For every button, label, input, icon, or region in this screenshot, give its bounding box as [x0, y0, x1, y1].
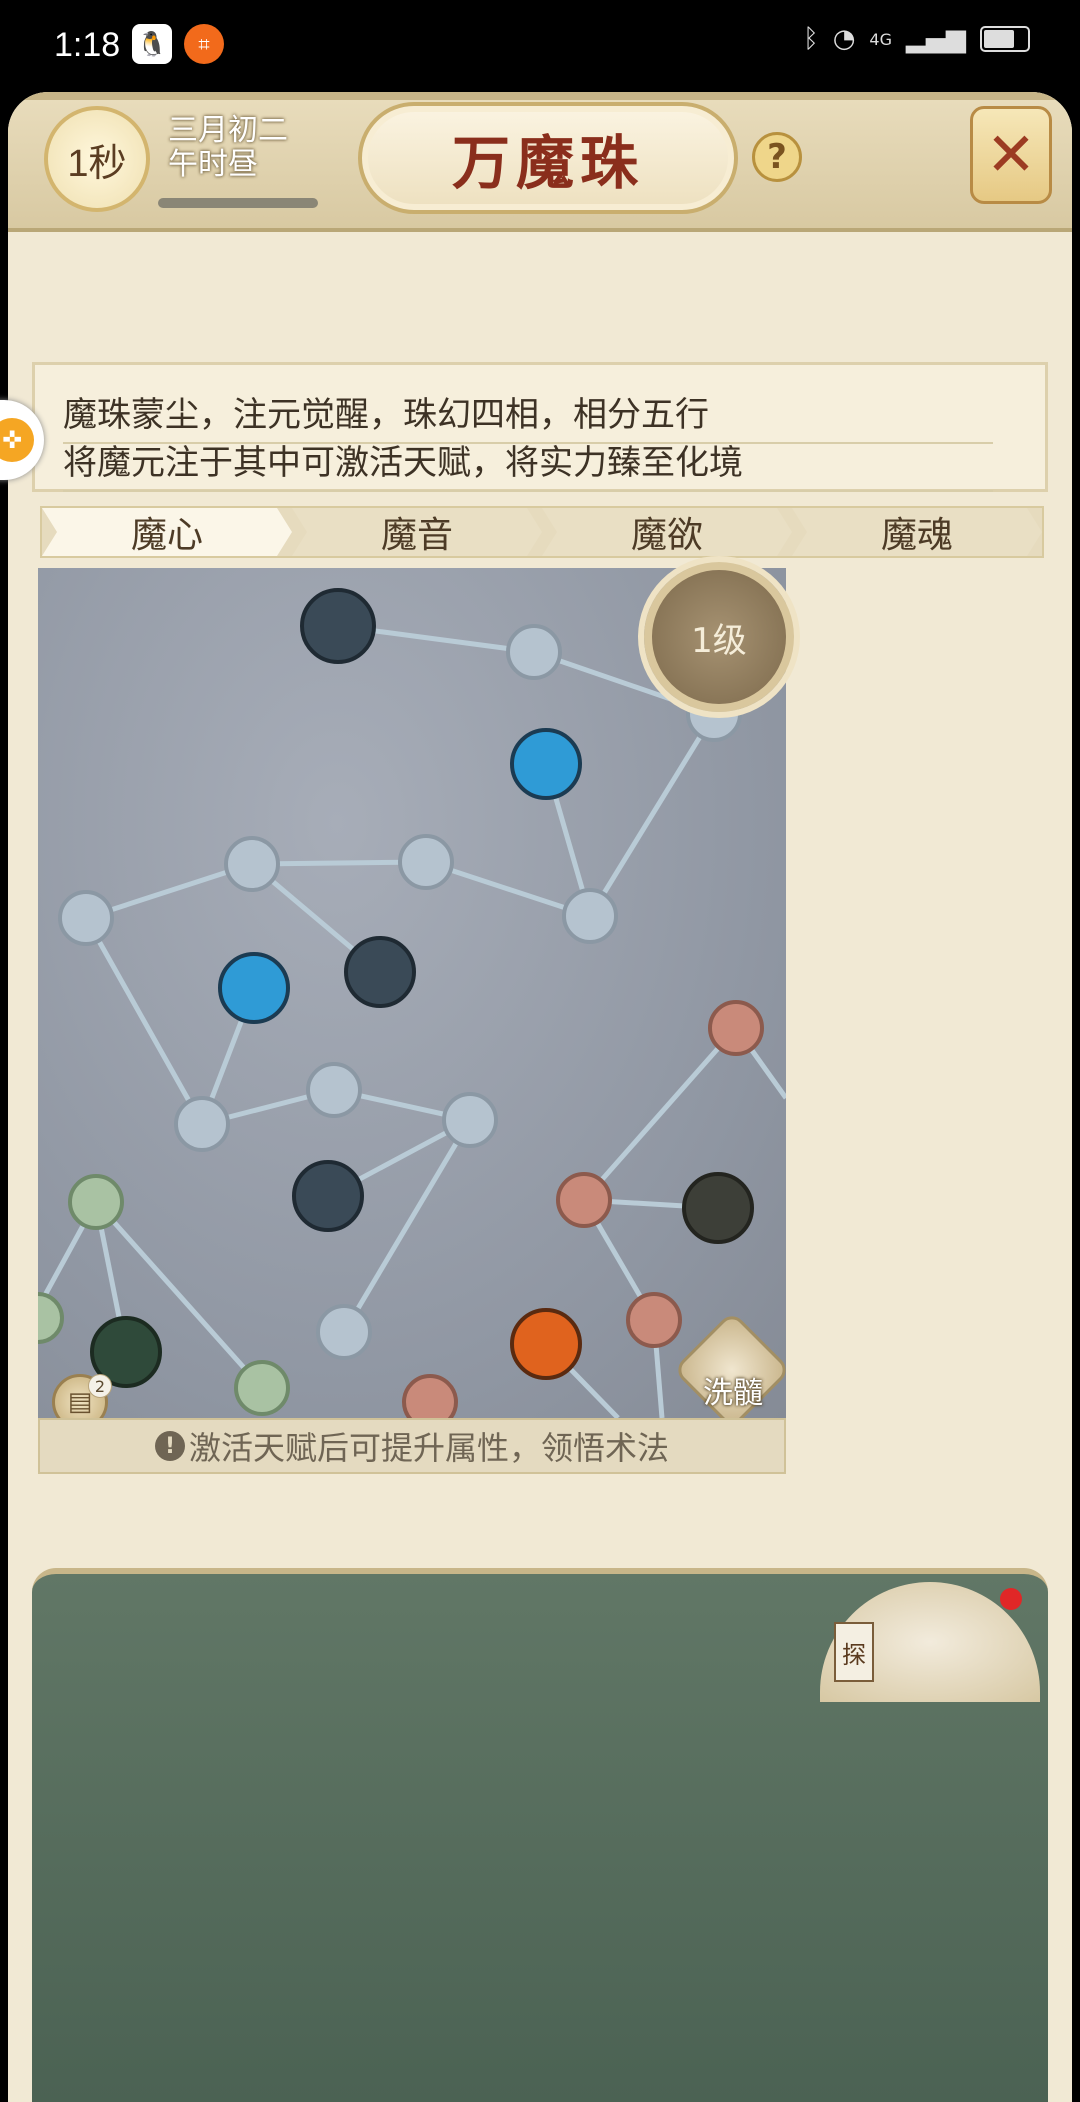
skill-node-red[interactable]: [708, 1000, 764, 1056]
skill-node-red[interactable]: [556, 1172, 612, 1228]
skill-node[interactable]: [562, 888, 618, 944]
wifi-icon: ◔: [832, 24, 856, 54]
tab-mo-hun[interactable]: 魔魂: [792, 508, 1042, 556]
tab-mo-yin[interactable]: 魔音: [292, 508, 542, 556]
skill-nodes: [38, 588, 764, 1418]
skill-node-active[interactable]: [218, 952, 290, 1024]
info-icon: !: [154, 1431, 185, 1461]
skill-node-red[interactable]: [626, 1292, 682, 1348]
date-line2: 午时昼: [168, 147, 258, 182]
network-label: 4G: [869, 29, 892, 49]
game-panel: 1秒 三月初二 午时昼 万魔珠 ? ✕ 魔珠蒙尘，注元觉醒，珠幻四相，相分五行 …: [8, 92, 1072, 2102]
status-icons: ᛒ ◔ 4G ▂▄▆: [803, 24, 1030, 54]
page-title: 万魔珠: [451, 129, 644, 197]
skill-node-dark[interactable]: [300, 588, 376, 664]
skill-node-green[interactable]: [68, 1174, 124, 1230]
skill-node-green[interactable]: [38, 1292, 64, 1344]
chat-badge: 2: [88, 1374, 112, 1398]
skill-node-dark[interactable]: [344, 936, 416, 1008]
battery-icon: [980, 26, 1030, 52]
skill-node-dark[interactable]: [682, 1172, 754, 1244]
tab-bar: 魔心 魔音 魔欲 魔魂: [40, 506, 1044, 558]
close-button[interactable]: ✕: [970, 106, 1052, 204]
date-line1: 三月初二: [168, 113, 288, 148]
gamepad-icon: ✜: [0, 418, 34, 462]
explore-tag[interactable]: 探: [834, 1622, 874, 1682]
bluetooth-icon: ᛒ: [803, 24, 819, 54]
skill-node[interactable]: [506, 624, 562, 680]
hint-text: 激活天赋后可提升属性，领悟术法: [188, 1429, 669, 1467]
skill-links: [38, 623, 786, 1418]
qq-icon: 🐧: [132, 24, 172, 64]
skill-node-eye[interactable]: [58, 890, 114, 946]
skill-node-green[interactable]: [234, 1360, 290, 1416]
game-date: 三月初二 午时昼: [168, 114, 288, 182]
description-box: 魔珠蒙尘，注元觉醒，珠幻四相，相分五行 将魔元注于其中可激活天赋，将实力臻至化境: [32, 362, 1048, 492]
help-button[interactable]: ?: [752, 132, 802, 182]
skill-node[interactable]: [442, 1092, 498, 1148]
notification-dot: [1000, 1588, 1022, 1610]
signal-icon: ▂▄▆: [906, 24, 966, 54]
skill-node-red[interactable]: [402, 1374, 458, 1418]
skill-node[interactable]: [398, 834, 454, 890]
title-plaque: 万魔珠: [358, 102, 738, 214]
skill-node-dark[interactable]: [292, 1160, 364, 1232]
header-bar: 1秒 三月初二 午时昼 万魔珠 ? ✕: [8, 92, 1072, 232]
time-progress-bar: [158, 198, 318, 208]
skill-node[interactable]: [174, 1096, 230, 1152]
skill-node[interactable]: [316, 1304, 372, 1360]
status-bar: 1:18 🐧 ⌗ ᛒ ◔ 4G ▂▄▆: [0, 0, 1080, 92]
hint-bar: ! 激活天赋后可提升属性，领悟术法: [38, 1418, 786, 1474]
skill-node-active[interactable]: [510, 728, 582, 800]
skill-node[interactable]: [306, 1062, 362, 1118]
crop-app-icon: ⌗: [184, 24, 224, 64]
status-time: 1:18: [54, 26, 121, 64]
tab-mo-xin[interactable]: 魔心: [42, 508, 292, 556]
level-badge[interactable]: 1级: [644, 562, 794, 712]
timer-badge: 1秒: [44, 106, 150, 212]
tab-mo-yu[interactable]: 魔欲: [542, 508, 792, 556]
wash-marrow-label[interactable]: 洗髓: [698, 1368, 768, 1412]
description-line2: 将魔元注于其中可激活天赋，将实力臻至化境: [63, 435, 993, 492]
skill-node-fire[interactable]: [510, 1308, 582, 1380]
skill-node[interactable]: [224, 836, 280, 892]
